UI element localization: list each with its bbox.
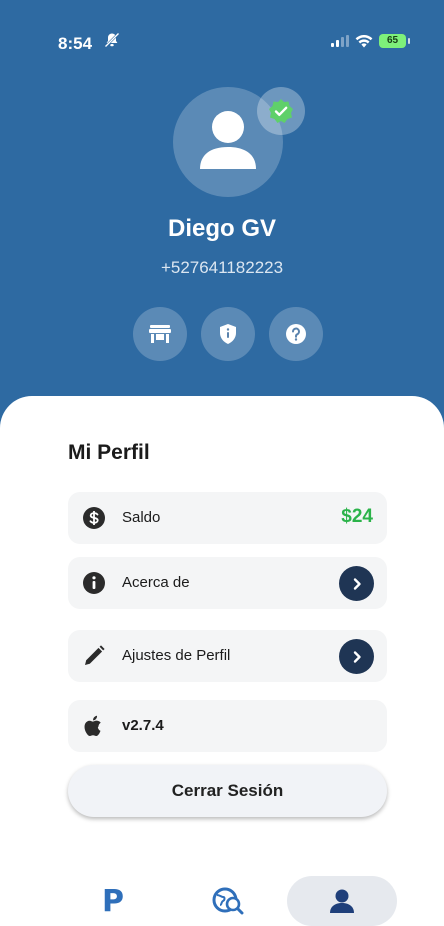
user-icon <box>330 889 354 913</box>
version-row: v2.7.4 <box>68 700 387 752</box>
status-time: 8:54 <box>58 34 93 53</box>
help-icon <box>286 324 306 344</box>
version-label: v2.7.4 <box>122 717 164 734</box>
nav-parking[interactable]: P <box>58 876 168 926</box>
parking-icon: P <box>102 883 124 919</box>
nav-profile[interactable] <box>287 876 397 926</box>
user-avatar-icon <box>200 111 256 169</box>
balance-value: $24 <box>341 506 373 527</box>
logout-button[interactable]: Cerrar Sesión <box>68 765 387 817</box>
wifi-icon <box>355 34 373 47</box>
balance-label: Saldo <box>122 509 161 526</box>
about-row[interactable]: Acerca de <box>68 557 387 609</box>
user-phone: +527641182223 <box>160 258 284 277</box>
help-button[interactable] <box>269 307 323 361</box>
section-title: Mi Perfil <box>68 441 150 464</box>
bell-muted-icon <box>104 32 120 48</box>
store-button[interactable] <box>133 307 187 361</box>
signal-icon <box>331 35 349 47</box>
shield-icon <box>220 324 236 344</box>
profile-settings-label: Ajustes de Perfil <box>122 647 231 664</box>
verified-badge <box>257 87 305 135</box>
search-location-icon <box>212 887 244 915</box>
verified-check-icon <box>269 99 293 123</box>
status-bar: 8:54 65 <box>0 0 444 54</box>
shield-button[interactable] <box>201 307 255 361</box>
apple-icon <box>84 715 101 737</box>
battery-indicator: 65 <box>379 34 410 48</box>
profile-settings-row[interactable]: Ajustes de Perfil <box>68 630 387 682</box>
dollar-circle-icon <box>83 507 105 529</box>
chevron-right-icon[interactable] <box>339 566 374 601</box>
profile-header: 8:54 65 Diego GV +527641182223 <box>0 0 444 440</box>
info-icon <box>83 572 105 594</box>
store-icon <box>149 325 171 343</box>
pencil-icon <box>85 645 105 665</box>
balance-row: Saldo $24 <box>68 492 387 544</box>
about-label: Acerca de <box>122 574 190 591</box>
chevron-right-icon[interactable] <box>339 639 374 674</box>
system-icons: 65 <box>331 34 410 48</box>
user-name: Diego GV <box>167 215 276 242</box>
nav-search-location[interactable] <box>173 876 283 926</box>
